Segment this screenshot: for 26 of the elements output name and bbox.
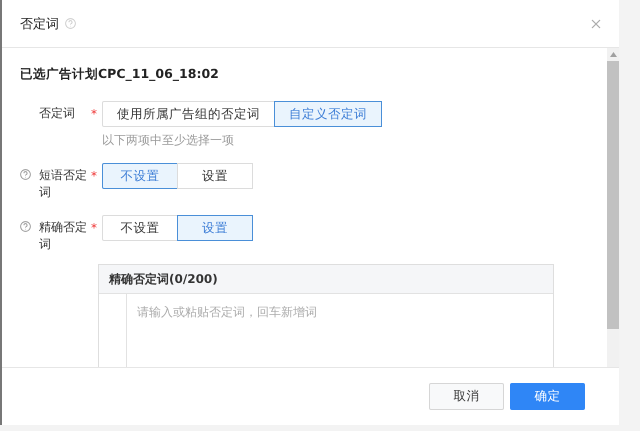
dialog-title: 否定词 [20,16,59,32]
required-mark: * [91,169,97,183]
confirm-button[interactable]: 确定 [510,383,585,410]
close-icon[interactable] [591,18,601,28]
field-label: 精确否定词 [39,219,88,253]
required-mark: * [91,221,97,235]
plan-title: 已选广告计划CPC_11_06_18:02 [20,66,220,83]
option-button[interactable]: 不设置 [102,163,178,189]
option-button[interactable]: 自定义否定词 [274,101,382,127]
cancel-button[interactable]: 取消 [429,383,504,410]
field-label: 否定词 [39,105,76,122]
help-icon[interactable] [65,18,76,29]
panel-title: 精确否定词(0/200) [109,270,218,288]
required-mark: * [91,107,97,121]
option-button[interactable]: 设置 [177,215,253,241]
option-button[interactable]: 设置 [177,163,253,189]
option-button[interactable]: 不设置 [102,215,178,241]
scroll-thumb[interactable] [607,61,619,329]
option-button[interactable]: 使用所属广告组的否定词 [102,101,275,127]
scrollbar[interactable] [607,48,619,367]
keyword-input-field[interactable]: 精确否定词(0/200) 请输入或粘贴否定词，回车新增词 [98,264,554,367]
field-label: 短语否定词 [39,167,88,201]
scroll-up-icon[interactable] [610,52,616,57]
help-icon[interactable] [20,221,31,232]
help-icon[interactable] [20,169,31,180]
hint-text: 以下两项中至少选择一项 [102,132,235,149]
